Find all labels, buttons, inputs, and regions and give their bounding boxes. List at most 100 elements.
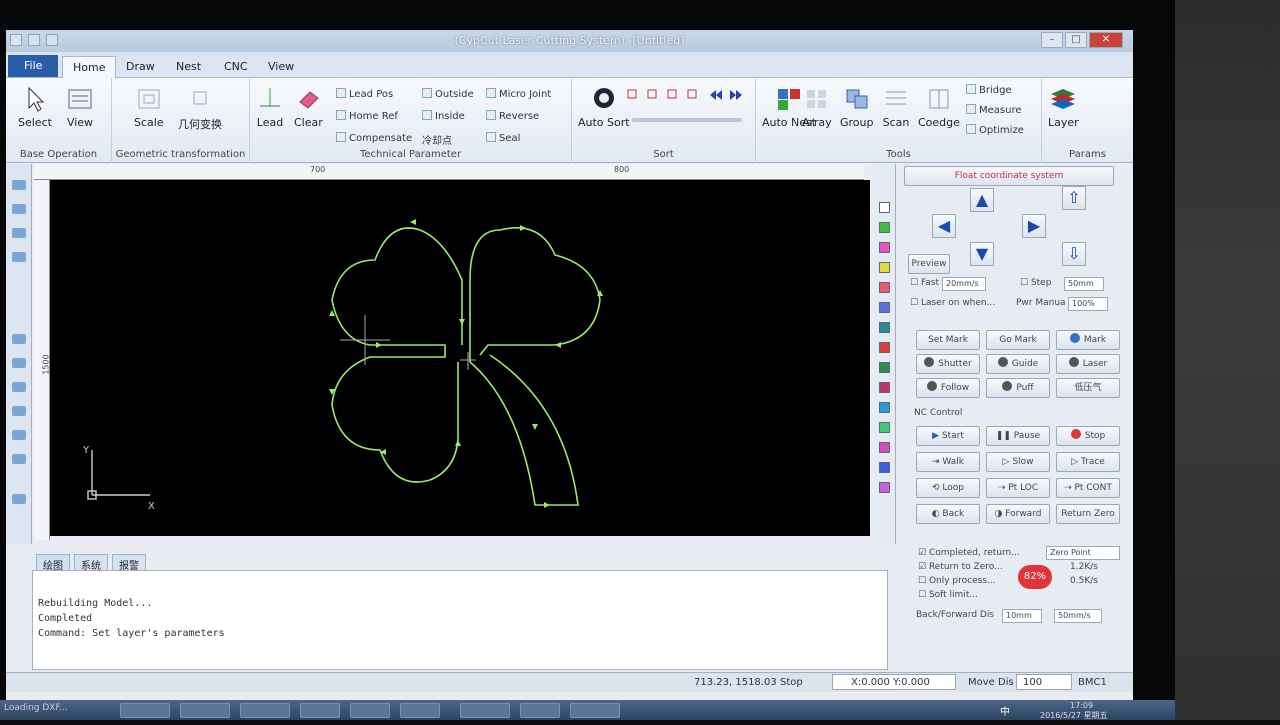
layer-swatch[interactable]: [879, 222, 890, 233]
tab-draw[interactable]: Draw: [116, 56, 165, 78]
guide-button[interactable]: Guide: [986, 354, 1050, 374]
sort-tools-icon[interactable]: [626, 88, 746, 102]
pt-loc-button[interactable]: ⇢ Pt LOC: [986, 478, 1050, 498]
layer-swatch[interactable]: [879, 202, 890, 213]
move-up-button[interactable]: ▲: [970, 188, 994, 212]
shutter-button[interactable]: Shutter: [916, 354, 980, 374]
follow-button[interactable]: Follow: [916, 378, 980, 398]
tab-cnc[interactable]: CNC: [214, 56, 258, 78]
slow-button[interactable]: ▷ Slow: [986, 452, 1050, 472]
fast-checkbox[interactable]: ☐ Fast: [910, 278, 939, 288]
scale-button[interactable]: Scale: [134, 86, 164, 129]
layer-button[interactable]: Layer: [1048, 86, 1079, 129]
measure-tool-icon[interactable]: [12, 494, 26, 504]
return-zero-button[interactable]: Return Zero: [1056, 504, 1120, 524]
drawing-canvas[interactable]: Y X: [50, 180, 870, 536]
move-right-button[interactable]: ▶: [1022, 214, 1046, 238]
mark-button[interactable]: Mark: [1056, 330, 1120, 350]
layer-swatch[interactable]: [879, 362, 890, 373]
position-dropdown[interactable]: X:0.000 Y:0.000: [832, 674, 956, 690]
node-tool-icon[interactable]: [12, 204, 26, 214]
low-gas-button[interactable]: 低压气: [1056, 378, 1120, 398]
lead-button[interactable]: Lead: [256, 86, 284, 129]
taskbar-app[interactable]: [400, 703, 440, 718]
save-icon[interactable]: [46, 34, 58, 46]
preview-button[interactable]: Preview: [908, 254, 950, 274]
layer-swatch[interactable]: [879, 262, 890, 273]
line-tool-icon[interactable]: [12, 334, 26, 344]
tab-file[interactable]: File: [8, 55, 59, 77]
group-button[interactable]: Group: [840, 86, 874, 129]
transform-button[interactable]: 几何变换: [178, 86, 222, 132]
clear-button[interactable]: Clear: [294, 86, 323, 129]
forward-button[interactable]: ◑ Forward: [986, 504, 1050, 524]
bridge-button[interactable]: Bridge: [966, 84, 1012, 96]
compensate-button[interactable]: Compensate: [336, 132, 412, 144]
layer-swatch[interactable]: [879, 422, 890, 433]
optimize-button[interactable]: Optimize: [966, 124, 1024, 136]
z-down-button[interactable]: ⇩: [1062, 242, 1086, 266]
soft-limit-checkbox[interactable]: ☐ Soft limit...: [918, 590, 978, 600]
scan-button[interactable]: Scan: [882, 86, 910, 129]
array-button[interactable]: Array: [802, 86, 832, 129]
walk-button[interactable]: ⇥ Walk: [916, 452, 980, 472]
layer-swatch[interactable]: [879, 382, 890, 393]
layer-swatch[interactable]: [879, 442, 890, 453]
completed-return-checkbox[interactable]: ☑ Completed, return...: [918, 548, 1020, 558]
circle-tool-icon[interactable]: [12, 382, 26, 392]
select-button[interactable]: Select: [18, 86, 52, 129]
back-forward-distance-select[interactable]: 10mm: [1002, 609, 1042, 623]
go-mark-button[interactable]: Go Mark: [986, 330, 1050, 350]
arc-tool-icon[interactable]: [12, 358, 26, 368]
layer-swatch[interactable]: [879, 482, 890, 493]
maximize-button[interactable]: □: [1065, 32, 1087, 48]
taskbar-app[interactable]: [180, 703, 230, 718]
ime-badge[interactable]: 82%: [1018, 565, 1052, 589]
pt-cont-button[interactable]: ⇢ Pt CONT: [1056, 478, 1120, 498]
stop-button[interactable]: Stop: [1056, 426, 1120, 446]
cooling-point-button[interactable]: 冷却点: [422, 132, 452, 147]
set-mark-button[interactable]: Set Mark: [916, 330, 980, 350]
taskbar-app[interactable]: [350, 703, 390, 718]
taskbar-app[interactable]: [460, 703, 510, 718]
step-checkbox[interactable]: ☐ Step: [1020, 278, 1051, 288]
taskbar-app[interactable]: [120, 703, 170, 718]
micro-joint-button[interactable]: Micro Joint: [486, 88, 551, 100]
move-left-button[interactable]: ◀: [932, 214, 956, 238]
polygon-tool-icon[interactable]: [12, 430, 26, 440]
pause-button[interactable]: ❚❚ Pause: [986, 426, 1050, 446]
outside-button[interactable]: Outside: [422, 88, 474, 100]
pointer-tool-icon[interactable]: [12, 180, 26, 190]
text-tool-icon[interactable]: [12, 454, 26, 464]
view-button[interactable]: View: [66, 86, 94, 129]
tab-home[interactable]: Home: [62, 56, 117, 78]
start-button[interactable]: ▶ Start: [916, 426, 980, 446]
tab-view[interactable]: View: [258, 56, 304, 78]
inside-button[interactable]: Inside: [422, 110, 465, 122]
sort-slider[interactable]: [632, 118, 742, 122]
seal-button[interactable]: Seal: [486, 132, 520, 144]
layer-swatch[interactable]: [879, 402, 890, 413]
only-process-checkbox[interactable]: ☐ Only process...: [918, 576, 996, 586]
coedge-button[interactable]: Coedge: [918, 86, 960, 129]
reverse-button[interactable]: Reverse: [486, 110, 539, 122]
back-forward-speed-select[interactable]: 50mm/s: [1054, 609, 1102, 623]
open-icon[interactable]: [28, 34, 40, 46]
clock-date[interactable]: 2016/5/27 星期五: [1040, 710, 1130, 725]
taskbar-app[interactable]: [300, 703, 340, 718]
taskbar-app[interactable]: [520, 703, 560, 718]
zero-point-select[interactable]: Zero Point: [1046, 546, 1120, 560]
minimize-button[interactable]: –: [1041, 32, 1063, 48]
loop-button[interactable]: ⟲ Loop: [916, 478, 980, 498]
layer-swatch[interactable]: [879, 462, 890, 473]
puff-button[interactable]: Puff: [986, 378, 1050, 398]
layer-swatch[interactable]: [879, 302, 890, 313]
layer-swatch[interactable]: [879, 342, 890, 353]
layer-swatch[interactable]: [879, 242, 890, 253]
move-distance-input[interactable]: 100: [1016, 674, 1072, 690]
ime-indicator[interactable]: 中: [1000, 703, 1018, 718]
layer-swatch[interactable]: [879, 282, 890, 293]
close-button[interactable]: ✕: [1089, 32, 1123, 48]
return-to-zero-checkbox[interactable]: ☑ Return to Zero...: [918, 562, 1003, 572]
zoom-tool-icon[interactable]: [12, 252, 26, 262]
